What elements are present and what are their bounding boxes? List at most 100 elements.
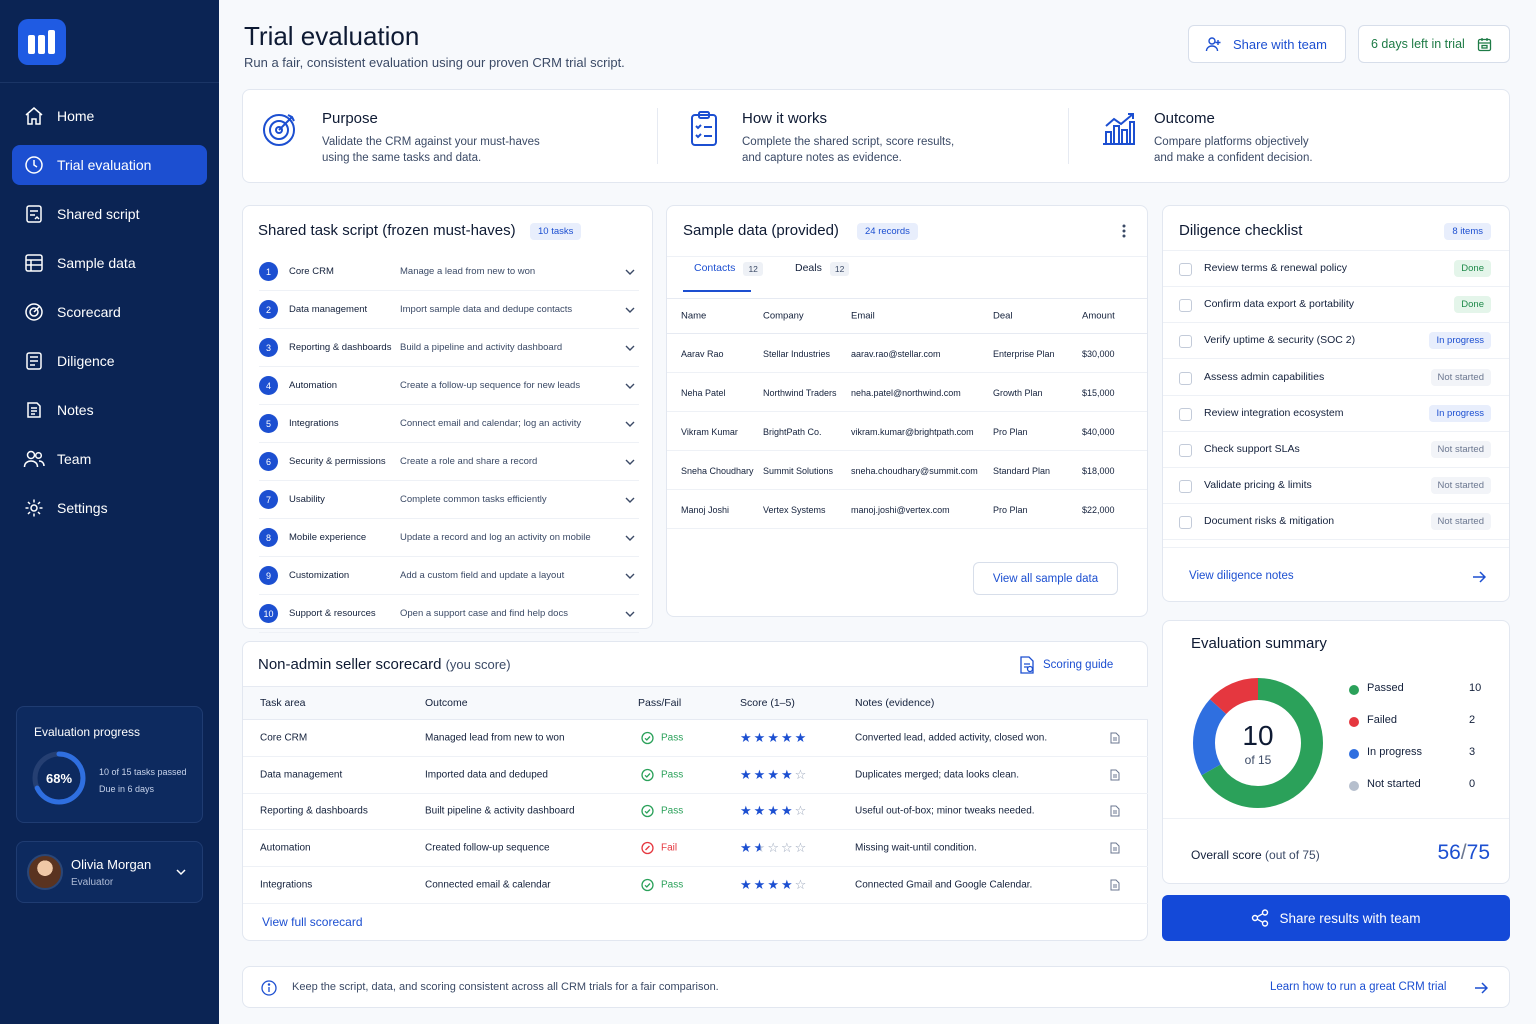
checklist-item[interactable]: Validate pricing & limits Not started xyxy=(1163,468,1509,505)
items-badge: 8 items xyxy=(1444,222,1491,240)
badge-label: 24 records xyxy=(857,223,918,240)
sidebar-item-sample-data[interactable]: Sample data xyxy=(12,243,207,283)
evidence-document-icon[interactable] xyxy=(1110,805,1120,817)
task-row[interactable]: 10 Support & resources Open a support case… xyxy=(259,595,639,633)
sidebar-item-notes[interactable]: Notes xyxy=(12,390,207,430)
scorecard-title-suffix: (you score) xyxy=(445,657,511,672)
card-title: Diligence checklist xyxy=(1179,222,1303,239)
checkbox[interactable] xyxy=(1179,299,1192,313)
table-cell: Stellar Industries xyxy=(763,348,831,359)
evidence-document-icon[interactable] xyxy=(1110,769,1120,781)
chevron-down-icon[interactable] xyxy=(625,344,635,352)
task-row[interactable]: 3 Reporting & dashboards Build a pipeline … xyxy=(259,329,639,367)
task-row[interactable]: 6 Security & permissions Create a role and… xyxy=(259,443,639,481)
shared-script-card: Shared task script (frozen must-haves) 1… xyxy=(242,205,653,633)
tab-count: 12 xyxy=(829,262,850,276)
table-icon xyxy=(23,252,45,274)
task-row[interactable]: 7 Usability Complete common tasks efficien… xyxy=(259,481,639,519)
check-circle-icon xyxy=(641,731,654,745)
info-title: Outcome xyxy=(1154,110,1215,127)
scoring-guide-link[interactable]: Scoring guide xyxy=(1019,656,1113,674)
table-row[interactable]: Sneha Choudhary Summit Solutions sneha.cho… xyxy=(667,452,1147,490)
badge-label: 10 tasks xyxy=(530,223,582,240)
user-menu[interactable]: Olivia Morgan Evaluator xyxy=(16,841,203,903)
sidebar-item-diligence[interactable]: Diligence xyxy=(12,341,207,381)
chevron-down-icon[interactable] xyxy=(625,572,635,580)
chevron-down-icon[interactable] xyxy=(625,534,635,542)
table-row[interactable]: Core CRM Managed lead from new to won Pass… xyxy=(243,720,1148,757)
legend-label: Not started xyxy=(1367,778,1421,790)
checklist-item[interactable]: Review integration ecosystem In progress xyxy=(1163,396,1509,432)
share-results-button[interactable]: Share results with team xyxy=(1162,895,1510,941)
view-diligence-notes-link[interactable]: View diligence notes xyxy=(1189,570,1294,582)
sidebar-item-home[interactable]: Home xyxy=(12,96,207,136)
task-row[interactable]: 4 Automation Create a follow-up sequence f… xyxy=(259,367,639,405)
arrow-right-icon[interactable] xyxy=(1472,571,1486,583)
share-with-team-button[interactable]: Share with team xyxy=(1188,25,1346,63)
summary-donut: 10 of 15 xyxy=(1191,676,1325,810)
star-icon: ☆ xyxy=(794,803,809,819)
evidence-document-icon[interactable] xyxy=(1110,879,1120,891)
status-badge: In progress xyxy=(1429,404,1491,422)
chevron-down-icon[interactable] xyxy=(625,458,635,466)
view-all-sample-data-button[interactable]: View all sample data xyxy=(973,562,1118,595)
table-row[interactable]: Integrations Connected email & calendar Pa… xyxy=(243,867,1148,904)
check-circle-icon xyxy=(641,805,654,818)
checklist-item[interactable]: Confirm data export & portability Done xyxy=(1163,287,1509,324)
link-label: Scoring guide xyxy=(1043,659,1114,671)
table-row[interactable]: Automation Created follow-up sequence Fail… xyxy=(243,830,1148,868)
result-cell: Pass xyxy=(641,805,683,818)
checkbox[interactable] xyxy=(1179,335,1192,349)
star-icon: ★ xyxy=(753,840,768,856)
evidence-document-icon[interactable] xyxy=(1110,842,1120,854)
checkbox[interactable] xyxy=(1179,263,1192,276)
star-rating: ★★☆☆☆ xyxy=(740,840,808,856)
chevron-down-icon[interactable] xyxy=(625,420,635,428)
chevron-down-icon[interactable] xyxy=(625,268,635,276)
checkbox[interactable] xyxy=(1179,407,1192,421)
checklist-item[interactable]: Verify uptime & security (SOC 2) In progr… xyxy=(1163,323,1509,360)
star-icon: ★ xyxy=(767,803,781,819)
table-cell: Summit Solutions xyxy=(763,465,834,476)
chevron-down-icon[interactable] xyxy=(625,496,635,504)
checklist-item[interactable]: Assess admin capabilities Not started xyxy=(1163,360,1509,396)
app-logo[interactable] xyxy=(18,19,66,65)
trial-days-badge[interactable]: 6 days left in trial xyxy=(1358,25,1510,63)
donut-center-value: 10 xyxy=(1242,720,1274,751)
tab-contacts[interactable]: Contacts 12 xyxy=(683,262,763,292)
sidebar-item-settings[interactable]: Settings xyxy=(12,488,207,528)
table-row[interactable]: Reporting & dashboards Built pipeline & a… xyxy=(243,793,1148,831)
tab-deals[interactable]: Deals 12 xyxy=(795,262,850,292)
table-row[interactable]: Manoj Joshi Vertex Systems manoj.joshi@ver… xyxy=(667,491,1147,529)
chevron-down-icon[interactable] xyxy=(625,382,635,390)
sidebar-item-team[interactable]: Team xyxy=(12,439,207,479)
task-row[interactable]: 2 Data management Import sample data and d… xyxy=(259,291,639,329)
checklist-item[interactable]: Document risks & mitigation Not started xyxy=(1163,504,1509,541)
sidebar-item-scorecard[interactable]: Scorecard xyxy=(12,292,207,332)
evidence-document-icon[interactable] xyxy=(1110,732,1120,744)
task-row[interactable]: 8 Mobile experience Update a record and lo… xyxy=(259,519,639,557)
task-row[interactable]: 5 Integrations Connect email and calendar;… xyxy=(259,405,639,443)
checkbox[interactable] xyxy=(1179,480,1192,494)
sidebar-item-trial-evaluation[interactable]: Trial evaluation xyxy=(12,145,207,185)
table-row[interactable]: Neha Patel Northwind Traders neha.patel@no… xyxy=(667,374,1147,412)
checklist-item[interactable]: Review terms & renewal policy Done xyxy=(1163,251,1509,287)
more-vertical-icon[interactable] xyxy=(1121,223,1127,239)
checkbox[interactable] xyxy=(1179,444,1192,457)
checkbox[interactable] xyxy=(1179,516,1192,530)
checklist-item[interactable]: Check support SLAs Not started xyxy=(1163,432,1509,468)
arrow-right-icon[interactable] xyxy=(1474,982,1488,994)
task-row[interactable]: 9 Customization Add a custom field and upd… xyxy=(259,557,639,595)
chevron-down-icon[interactable] xyxy=(625,306,635,314)
table-row[interactable]: Vikram Kumar BrightPath Co. vikram.kumar@b… xyxy=(667,413,1147,451)
view-full-scorecard-link[interactable]: View full scorecard xyxy=(262,915,363,929)
learn-more-link[interactable]: Learn how to run a great CRM trial xyxy=(1270,981,1446,993)
table-row[interactable]: Aarav Rao Stellar Industries aarav.rao@ste… xyxy=(667,335,1147,373)
sidebar-item-shared-script[interactable]: Shared script xyxy=(12,194,207,234)
checkbox[interactable] xyxy=(1179,371,1192,385)
chevron-down-icon[interactable] xyxy=(625,610,635,618)
tip-banner: Keep the script, data, and scoring consi… xyxy=(242,966,1510,1008)
task-row[interactable]: 1 Core CRM Manage a lead from new to won xyxy=(259,253,639,291)
overall-score-value: 56/75 xyxy=(1437,841,1490,864)
table-row[interactable]: Data management Imported data and deduped… xyxy=(243,757,1148,794)
